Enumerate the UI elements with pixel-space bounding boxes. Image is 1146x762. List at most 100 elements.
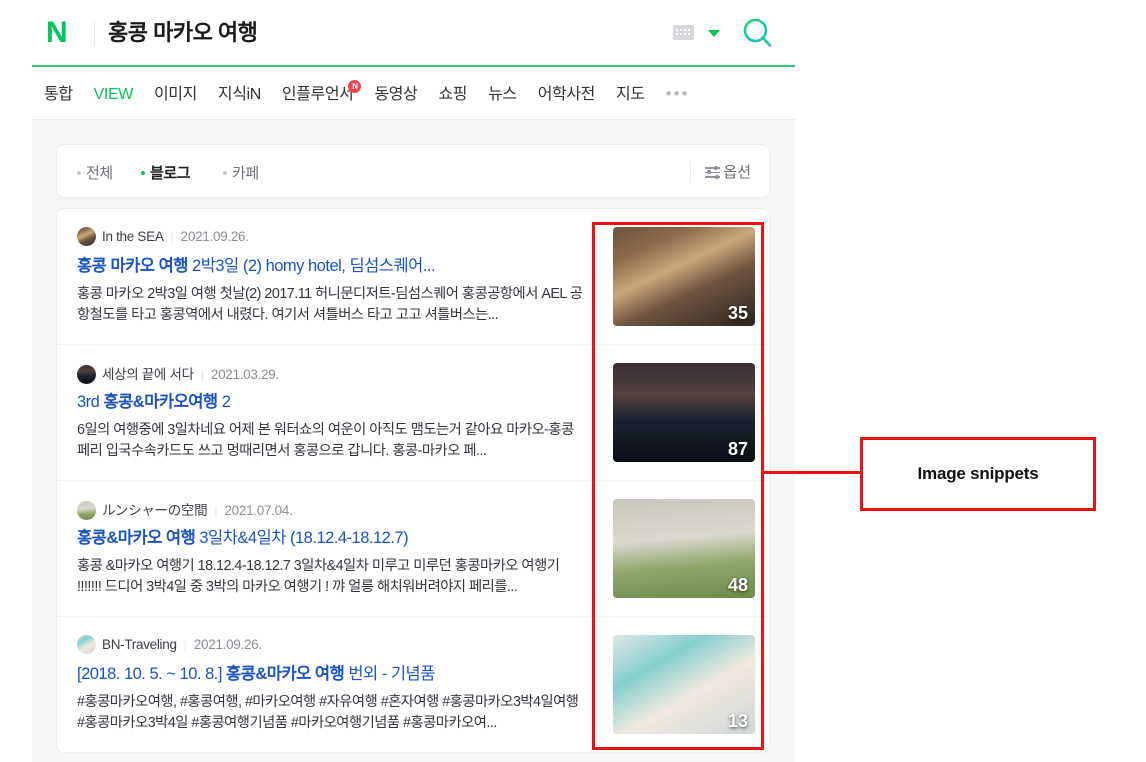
meta-divider: | [171, 230, 174, 244]
result-title-rest: 번외 - 기념품 [344, 665, 435, 683]
result-title-link[interactable]: 홍콩&마카오 여행 3일차&4일차 (18.12.4-18.12.7) [77, 527, 585, 549]
search-result-row[interactable]: ルンシャーの空間 | 2021.07.04. 홍콩&마카오 여행 3일차&4일차 (1… [57, 481, 769, 617]
logo-divider [94, 20, 95, 46]
result-title-link[interactable]: 홍콩 마카오 여행 2박3일 (2) homy hotel, 딤섬스퀘어... [77, 255, 585, 277]
thumbnail-image[interactable]: 48 [613, 499, 755, 598]
tab-label: 어학사전 [538, 86, 595, 103]
search-icon[interactable] [741, 15, 775, 51]
tab-2[interactable]: 이미지 [154, 68, 197, 121]
options-label: 옵션 [723, 164, 751, 181]
tab-label: 지도 [616, 86, 645, 103]
bullet-icon [223, 171, 227, 175]
result-snippet: 홍콩 &마카오 여행기 18.12.4-18.12.7 3일차&4일차 미루고 … [77, 556, 585, 598]
tab-6[interactable]: 쇼핑 [438, 68, 467, 121]
screenshot-root: N 홍콩 마카오 여행 통 [0, 0, 1146, 762]
result-title-keyword: 홍콩&마카오여행 [103, 393, 217, 411]
result-title-link[interactable]: [2018. 10. 5. ~ 10. 8.] 홍콩&마카오 여행 번외 - 기… [77, 663, 585, 685]
result-meta: ルンシャーの空間 | 2021.07.04. [77, 499, 585, 519]
tab-3[interactable]: 지식iN [218, 68, 261, 121]
result-author[interactable]: In the SEA [102, 229, 164, 244]
options-divider [690, 161, 691, 183]
keyboard-icon[interactable] [673, 25, 694, 40]
filter-chip-cafe[interactable]: 카페 [223, 162, 259, 183]
result-meta: BN-Traveling | 2021.09.26. [77, 635, 585, 655]
tab-label: 쇼핑 [438, 86, 467, 103]
thumbnail-image[interactable]: 13 [613, 635, 755, 734]
result-thumbnail[interactable]: 13 [613, 635, 755, 734]
result-thumbnail[interactable]: 48 [613, 499, 755, 598]
tab-7[interactable]: 뉴스 [488, 68, 517, 121]
options-button[interactable]: 옵션 [705, 161, 751, 182]
tab-label: 지식iN [218, 86, 261, 103]
result-thumbnail[interactable]: 87 [613, 363, 755, 462]
avatar [77, 227, 96, 246]
naver-logo[interactable]: N [46, 18, 67, 48]
result-meta: 세상의 끝에 서다|2021.03.29. [77, 363, 585, 383]
meta-divider: | [214, 504, 217, 518]
tab-0[interactable]: 통합 [44, 68, 73, 121]
filter-chip-blog[interactable]: 블로그 [141, 162, 190, 183]
tab-label: VIEW [94, 86, 133, 103]
search-result-row[interactable]: In the SEA | 2021.09.26. 홍콩 마카오 여행 2박3일 (2)… [57, 209, 769, 345]
meta-divider: | [184, 638, 187, 652]
result-text-block: BN-Traveling | 2021.09.26. [2018. 10. 5. ~ … [77, 617, 585, 734]
thumbnail-image-count: 48 [728, 575, 748, 596]
filter-chip-all[interactable]: 전체 [77, 162, 113, 183]
result-title-rest: 2박3일 (2) homy hotel, 딤섬스퀘어... [188, 257, 435, 275]
bullet-icon [141, 171, 145, 175]
avatar [77, 501, 96, 520]
result-meta: In the SEA | 2021.09.26. [77, 227, 585, 247]
source-filter-bar: 전체 블로그 카페 옵션 [56, 144, 770, 198]
tab-label: 통합 [44, 86, 73, 103]
tab-label: 동영상 [374, 86, 417, 103]
result-title-rest: 3일차&4일차 (18.12.4-18.12.7) [195, 529, 408, 547]
result-author[interactable]: 세상의 끝에 서다 [102, 367, 194, 382]
tab-5[interactable]: 동영상 [374, 68, 417, 121]
new-badge-icon: N [348, 80, 361, 93]
search-vertical-tabs: 통합 VIEW 이미지 지식iN 인플루언서N 동영상 쇼핑 뉴스 어학사전 지도 ••• [32, 67, 795, 120]
result-snippet: 홍콩 마카오 2박3일 여행 첫날(2) 2017.11 허니문디저트-딤섬스퀘… [77, 284, 585, 326]
thumbnail-image[interactable]: 87 [613, 363, 755, 462]
thumbnail-image[interactable]: 35 [613, 227, 755, 326]
result-title-prefix: 3rd [77, 393, 103, 411]
annotation-callout-box: Image snippets [860, 437, 1096, 511]
tab-1[interactable]: VIEW [94, 68, 133, 121]
result-snippet: #홍콩마카오여행, #홍콩여행, #마카오여행 #자유여행 #혼자여행 #홍콩마… [77, 692, 585, 734]
thumbnail-image-count: 87 [728, 439, 748, 460]
result-text-block: In the SEA | 2021.09.26. 홍콩 마카오 여행 2박3일 (2)… [77, 209, 585, 326]
more-tabs-icon[interactable]: ••• [666, 67, 690, 120]
result-snippet: 6일의 여행중에 3일차네요 어제 본 워터쇼의 여운이 아직도 맴도는거 같아… [77, 420, 585, 462]
search-results-list: In the SEA | 2021.09.26. 홍콩 마카오 여행 2박3일 (2)… [56, 208, 770, 753]
tab-label: 뉴스 [488, 86, 517, 103]
tab-label: 인플루언서 [282, 86, 354, 103]
chevron-down-icon[interactable] [708, 30, 720, 37]
result-author[interactable]: BN-Traveling [102, 637, 177, 652]
result-thumbnail[interactable]: 35 [613, 227, 755, 326]
sliders-icon [705, 166, 720, 178]
tab-9[interactable]: 지도 [616, 68, 645, 121]
result-text-block: ルンシャーの空間 | 2021.07.04. 홍콩&마카오 여행 3일차&4일차 (1… [77, 481, 585, 598]
avatar [77, 635, 96, 654]
thumbnail-image-count: 35 [728, 303, 748, 324]
result-text-block: 세상의 끝에 서다|2021.03.29. 3rd 홍콩&마카오여행 2 6일의 여… [77, 345, 585, 462]
bullet-icon [77, 171, 81, 175]
result-title-link[interactable]: 3rd 홍콩&마카오여행 2 [77, 391, 585, 413]
tab-label: 이미지 [154, 86, 197, 103]
tab-8[interactable]: 어학사전 [538, 68, 595, 121]
tab-4[interactable]: 인플루언서N [282, 68, 354, 121]
search-query-text[interactable]: 홍콩 마카오 여행 [108, 19, 257, 47]
result-date: 2021.09.26. [194, 637, 262, 652]
search-result-row[interactable]: 세상의 끝에 서다|2021.03.29. 3rd 홍콩&마카오여행 2 6일의 여… [57, 345, 769, 481]
result-title-rest: 2 [218, 393, 231, 411]
annotation-connector-line [764, 471, 862, 474]
naver-search-panel: N 홍콩 마카오 여행 통 [32, 0, 795, 762]
result-author[interactable]: ルンシャーの空間 [102, 503, 207, 518]
result-date: 2021.09.26. [181, 229, 249, 244]
result-title-keyword: 홍콩&마카오 여행 [77, 529, 195, 547]
filter-chip-cafe-label: 카페 [232, 165, 259, 182]
search-result-row[interactable]: BN-Traveling | 2021.09.26. [2018. 10. 5. ~ … [57, 617, 769, 753]
avatar [77, 365, 96, 384]
search-header: N 홍콩 마카오 여행 [32, 0, 795, 67]
thumbnail-image-count: 13 [728, 711, 748, 732]
result-date: 2021.07.04. [224, 503, 292, 518]
